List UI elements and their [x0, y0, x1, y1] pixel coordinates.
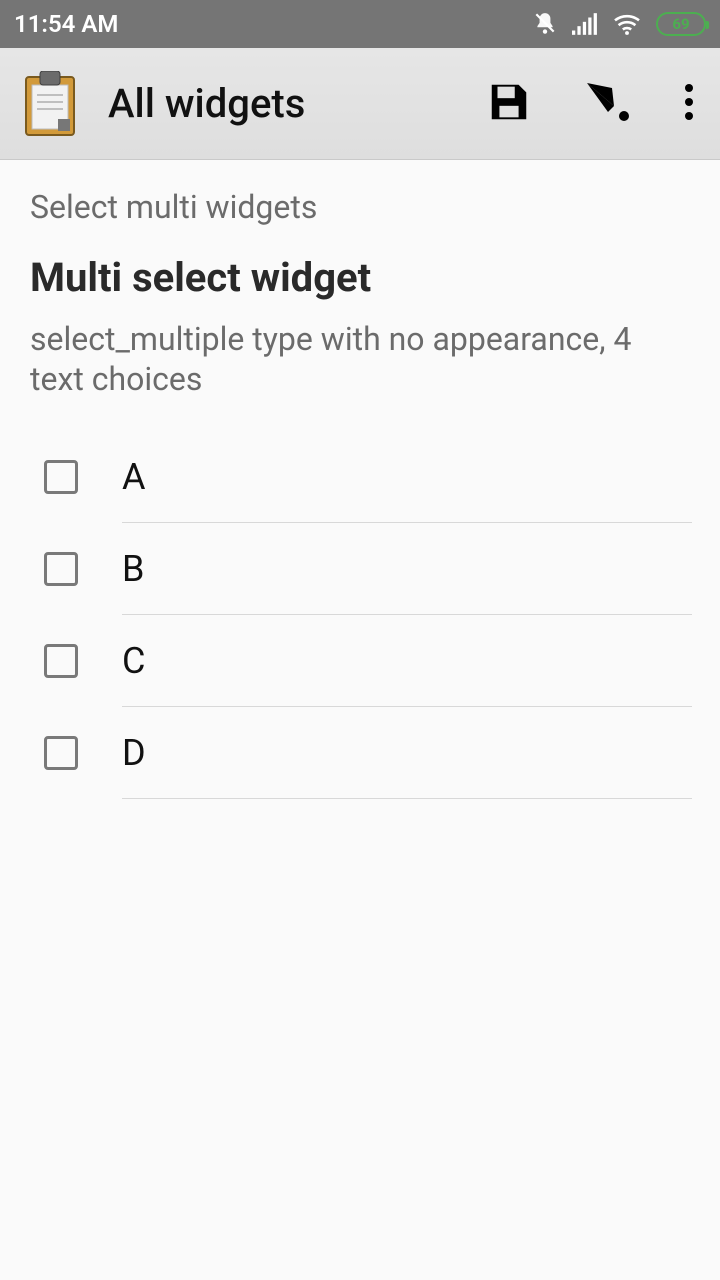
checkbox[interactable]	[44, 460, 78, 494]
checkbox[interactable]	[44, 644, 78, 678]
status-icons: 69	[532, 11, 706, 37]
checkbox[interactable]	[44, 552, 78, 586]
choice-row[interactable]: C	[30, 615, 692, 707]
question-title: Multi select widget	[30, 254, 692, 301]
status-bar: 11:54 AM	[0, 0, 720, 48]
choice-row[interactable]: D	[30, 707, 692, 799]
overflow-menu-icon[interactable]	[684, 82, 694, 126]
choice-label: C	[122, 640, 145, 682]
group-label: Select multi widgets	[30, 188, 692, 226]
checkbox[interactable]	[44, 736, 78, 770]
wifi-icon	[612, 12, 642, 36]
choice-label: D	[122, 732, 146, 774]
choice-label: B	[122, 548, 144, 590]
choice-row[interactable]: A	[30, 431, 692, 523]
choice-list: A B C D	[30, 431, 692, 799]
battery-icon: 69	[656, 12, 706, 36]
question-description: select_multiple type with no appearance,…	[30, 319, 692, 399]
app-bar: All widgets	[0, 48, 720, 160]
mute-icon	[532, 11, 558, 37]
appbar-actions	[486, 79, 694, 129]
status-time: 11:54 AM	[14, 10, 118, 38]
page-title: All widgets	[108, 80, 456, 127]
choice-row[interactable]: B	[30, 523, 692, 615]
form-content: Select multi widgets Multi select widget…	[0, 160, 720, 799]
battery-level: 69	[672, 15, 689, 33]
choice-label: A	[122, 456, 145, 498]
goto-icon[interactable]	[584, 80, 632, 128]
clipboard-icon[interactable]	[22, 71, 78, 137]
save-icon[interactable]	[486, 79, 532, 129]
signal-icon	[572, 13, 598, 35]
